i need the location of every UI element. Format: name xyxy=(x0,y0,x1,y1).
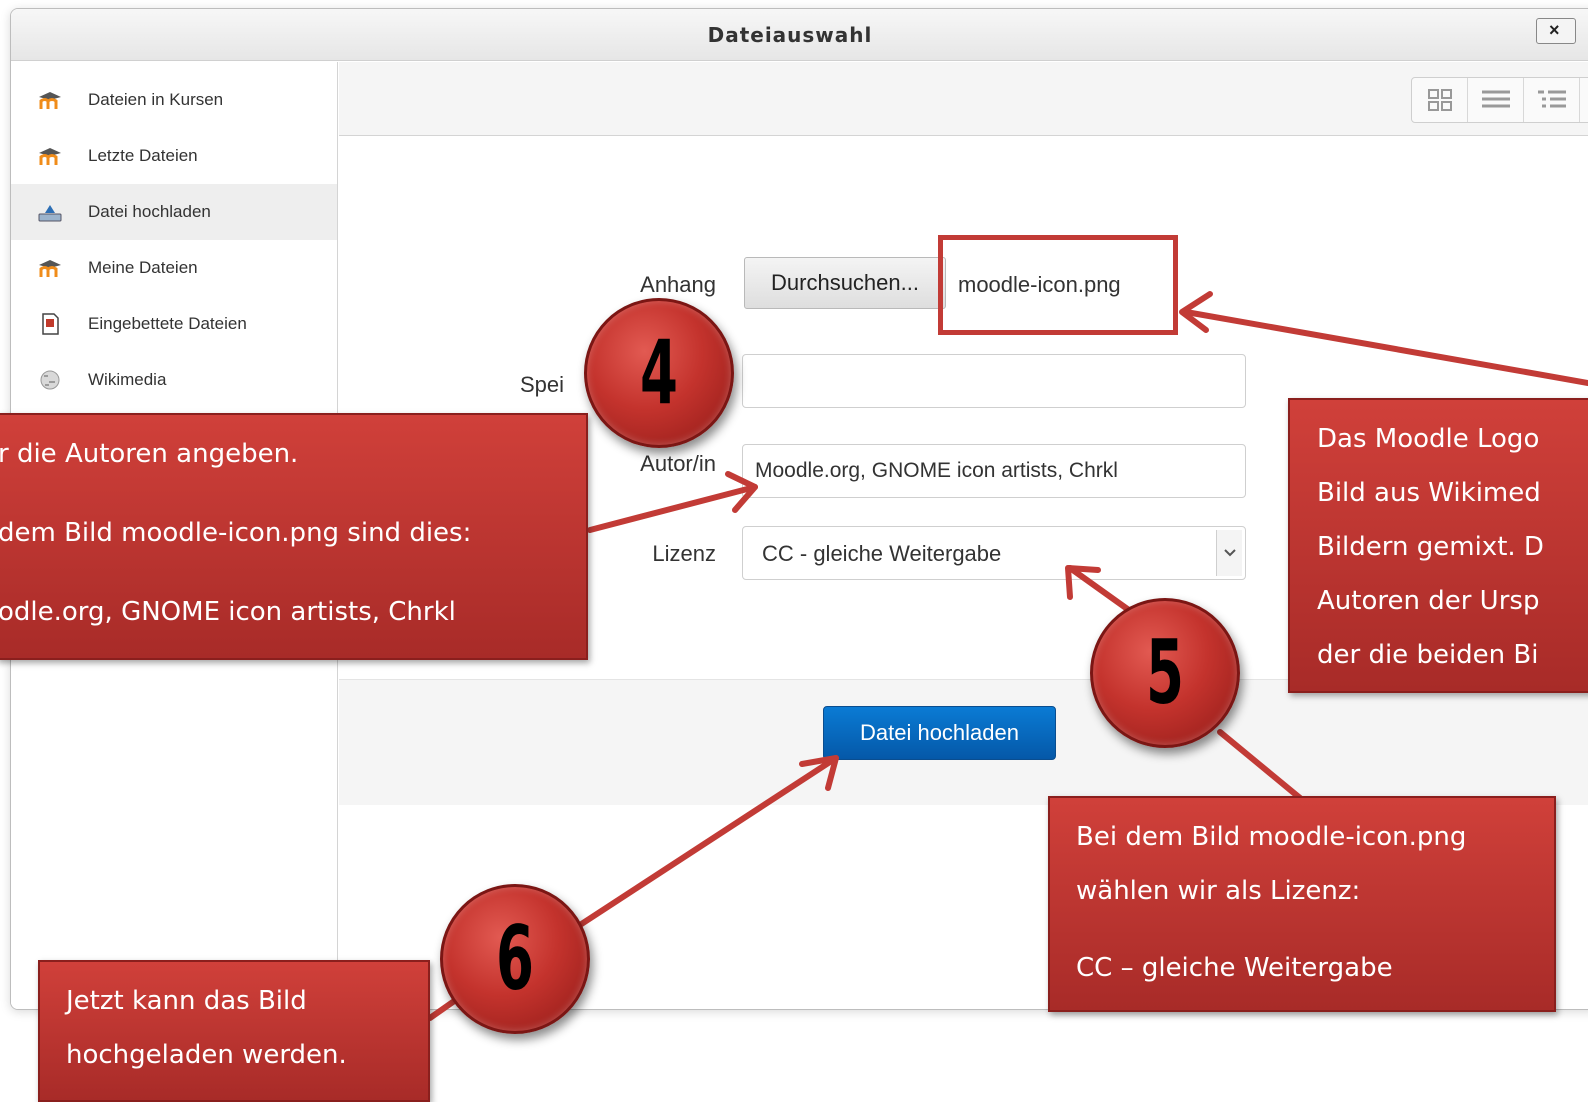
callout-line: Bei dem Bild moodle-icon.png xyxy=(1076,822,1467,852)
upload-callout: Jetzt kann das Bild hochgeladen werden. xyxy=(38,960,430,1102)
step-number: 4 xyxy=(640,321,678,424)
step-badge-6: 6 xyxy=(440,884,590,1034)
license-callout: Bei dem Bild moodle-icon.png wählen wir … xyxy=(1048,796,1556,1012)
connector-license-callout xyxy=(1217,729,1303,801)
callout-line: odle.org, GNOME icon artists, Chrkl xyxy=(0,597,456,627)
callout-line: CC – gleiche Weitergabe xyxy=(1076,953,1393,983)
callout-line: der die beiden Bi xyxy=(1317,640,1539,670)
callout-line: wählen wir als Lizenz: xyxy=(1076,876,1361,906)
callout-line: r die Autoren angeben. xyxy=(0,439,299,469)
callout-line: hochgeladen werden. xyxy=(66,1040,347,1070)
callout-line: Bildern gemixt. D xyxy=(1317,532,1544,562)
callout-line: dem Bild moodle-icon.png sind dies: xyxy=(0,518,472,548)
callout-line: Jetzt kann das Bild xyxy=(66,986,307,1016)
callout-line: Das Moodle Logo xyxy=(1317,424,1540,454)
logo-source-callout: Das Moodle Logo Bild aus Wikimed Bildern… xyxy=(1288,398,1588,693)
step-number: 5 xyxy=(1146,621,1184,724)
callout-line: Bild aus Wikimed xyxy=(1317,478,1541,508)
step-number: 6 xyxy=(496,907,534,1010)
step-badge-5: 5 xyxy=(1090,598,1240,748)
authors-callout: r die Autoren angeben. dem Bild moodle-i… xyxy=(0,413,588,660)
callout-line: Autoren der Ursp xyxy=(1317,586,1540,616)
arrow-to-filename xyxy=(1183,309,1588,386)
arrow-to-author xyxy=(587,484,758,533)
step-badge-4: 4 xyxy=(584,298,734,448)
arrow-to-upload xyxy=(557,755,839,941)
filename-highlight-box xyxy=(938,235,1178,335)
